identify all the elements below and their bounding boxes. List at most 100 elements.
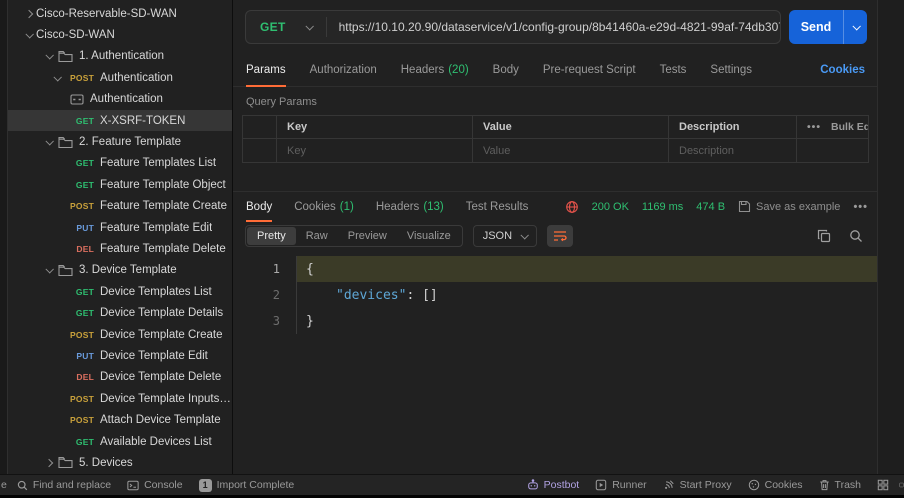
folder-label: 3. Device Template: [79, 264, 177, 276]
bulk-edit-button[interactable]: Bulk Edit: [831, 121, 868, 133]
tab-params[interactable]: Params: [246, 54, 286, 86]
sidebar-folder-feature-template[interactable]: 2. Feature Template: [8, 131, 232, 152]
cookies-button[interactable]: Cookies: [740, 475, 811, 495]
method-badge: DEL: [64, 244, 94, 254]
method-selector[interactable]: GET: [246, 20, 326, 34]
sidebar-request-device-template-details[interactable]: GET Device Template Details: [8, 302, 232, 323]
response-tab-headers[interactable]: Headers(13): [376, 192, 444, 221]
sidebar-request-device-template-delete[interactable]: DEL Device Template Delete: [8, 367, 232, 388]
windows-icon[interactable]: [869, 475, 897, 495]
status-code[interactable]: 200 OK: [592, 201, 629, 213]
column-header-description: Description: [669, 116, 797, 139]
sidebar-request-feature-template-delete[interactable]: DEL Feature Template Delete: [8, 238, 232, 259]
response-body-editor[interactable]: 1 { 2 "devices": [] 3 }: [233, 251, 877, 474]
response-time[interactable]: 1169 ms: [642, 201, 683, 213]
import-count-badge: 1: [199, 479, 212, 492]
method-badge: POST: [64, 330, 94, 340]
console-icon: [127, 480, 139, 491]
sidebar-request-authentication[interactable]: POST Authentication: [8, 67, 232, 88]
chevron-down-icon[interactable]: [42, 53, 56, 59]
sidebar-request-device-templates-list[interactable]: GET Device Templates List: [8, 281, 232, 302]
sidebar-folder-devices[interactable]: 5. Devices: [8, 452, 232, 473]
request-label: Device Template Inputs Va...: [100, 393, 232, 405]
copy-icon[interactable]: [817, 229, 831, 243]
chevron-down-icon[interactable]: [22, 32, 36, 38]
trash-button[interactable]: Trash: [811, 475, 869, 495]
chevron-right-icon[interactable]: [42, 460, 56, 466]
tab-settings[interactable]: Settings: [710, 54, 752, 86]
sidebar-request-device-template-create[interactable]: POST Device Template Create: [8, 324, 232, 345]
sidebar-request-x-xsrf-token[interactable]: GET X-XSRF-TOKEN: [8, 110, 232, 131]
collection-label: Cisco-Reservable-SD-WAN: [36, 8, 177, 20]
sidebar-folder-authentication[interactable]: 1. Authentication: [8, 46, 232, 67]
sidebar-request-attach-device-template[interactable]: POST Attach Device Template: [8, 409, 232, 430]
tab-headers[interactable]: Headers(20): [401, 54, 469, 86]
sidebar-request-feature-template-create[interactable]: POST Feature Template Create: [8, 196, 232, 217]
response-tab-test-results[interactable]: Test Results: [466, 192, 529, 221]
view-preview-button[interactable]: Preview: [338, 227, 397, 245]
sidebar-request-device-template-inputs[interactable]: POST Device Template Inputs Va...: [8, 388, 232, 409]
chevron-down-icon[interactable]: [42, 139, 56, 145]
start-proxy-button[interactable]: Start Proxy: [655, 475, 740, 495]
tab-tests[interactable]: Tests: [660, 54, 687, 86]
status-bar-clipped-text: e: [0, 479, 9, 491]
view-visualize-button[interactable]: Visualize: [397, 227, 461, 245]
postbot-button[interactable]: Postbot: [519, 475, 588, 495]
row-checkbox-cell[interactable]: [243, 139, 277, 162]
sidebar-request-available-devices-list[interactable]: GET Available Devices List: [8, 431, 232, 452]
runner-button[interactable]: Runner: [587, 475, 654, 495]
request-label: Device Template Details: [100, 307, 223, 319]
chevron-right-icon[interactable]: [22, 11, 36, 17]
request-label: Feature Template Delete: [100, 243, 226, 255]
import-complete-status[interactable]: 1 Import Complete: [191, 475, 303, 495]
value-input[interactable]: Value: [473, 139, 669, 162]
request-label: Feature Templates List: [100, 157, 216, 169]
format-selector[interactable]: JSON: [473, 225, 537, 247]
response-size[interactable]: 474 B: [696, 201, 725, 213]
search-icon[interactable]: [849, 229, 863, 243]
sidebar-item-cisco-sd-wan[interactable]: Cisco-SD-WAN: [8, 24, 232, 45]
description-input[interactable]: Description: [669, 139, 797, 162]
view-pretty-button[interactable]: Pretty: [247, 227, 296, 245]
save-icon: [738, 200, 751, 213]
status-bar: e Find and replace Console 1 Import Comp…: [0, 474, 904, 495]
response-tab-body[interactable]: Body: [246, 192, 272, 221]
request-label: Device Template Delete: [100, 371, 221, 383]
request-label: Attach Device Template: [100, 414, 221, 426]
view-raw-button[interactable]: Raw: [296, 227, 338, 245]
response-more-options-icon[interactable]: •••: [853, 201, 868, 213]
send-options-button[interactable]: [843, 10, 867, 44]
url-input-container: GET https://10.10.20.90/dataservice/v1/c…: [245, 10, 781, 44]
tab-authorization[interactable]: Authorization: [310, 54, 377, 86]
chevron-down-icon[interactable]: [42, 267, 56, 273]
wrap-text-icon: [553, 230, 567, 242]
save-as-example-button[interactable]: Save as example: [738, 200, 840, 213]
headers-count: (20): [448, 64, 468, 76]
response-tab-cookies[interactable]: Cookies(1): [294, 192, 354, 221]
request-label: Device Template Edit: [100, 350, 208, 362]
ssl-warning-globe-icon[interactable]: [565, 200, 579, 214]
method-badge: POST: [64, 73, 94, 83]
sidebar-folder-device-template[interactable]: 3. Device Template: [8, 260, 232, 281]
tab-pre-request-script[interactable]: Pre-request Script: [543, 54, 636, 86]
sidebar-request-feature-template-object[interactable]: GET Feature Template Object: [8, 174, 232, 195]
cookies-link[interactable]: Cookies: [820, 64, 865, 76]
key-input[interactable]: Key: [277, 139, 473, 162]
chevron-down-icon: [852, 22, 860, 30]
tab-body[interactable]: Body: [493, 54, 519, 86]
sidebar-request-feature-templates-list[interactable]: GET Feature Templates List: [8, 153, 232, 174]
sidebar-request-device-template-edit[interactable]: PUT Device Template Edit: [8, 345, 232, 366]
send-button[interactable]: Send: [789, 10, 867, 44]
url-input[interactable]: https://10.10.20.90/dataservice/v1/confi…: [327, 20, 780, 34]
wrap-lines-button[interactable]: [547, 225, 573, 247]
request-label: Feature Template Object: [100, 179, 226, 191]
sidebar-item-cisco-reservable-sd-wan[interactable]: Cisco-Reservable-SD-WAN: [8, 3, 232, 24]
chevron-down-icon[interactable]: [50, 75, 64, 81]
sidebar-request-feature-template-edit[interactable]: PUT Feature Template Edit: [8, 217, 232, 238]
console-button[interactable]: Console: [119, 475, 191, 495]
find-and-replace-button[interactable]: Find and replace: [9, 475, 119, 495]
more-options-icon[interactable]: •••: [807, 121, 821, 133]
sidebar-example-authentication[interactable]: Authentication: [8, 89, 232, 110]
request-label: Device Template Create: [100, 329, 223, 341]
method-badge: GET: [64, 158, 94, 168]
